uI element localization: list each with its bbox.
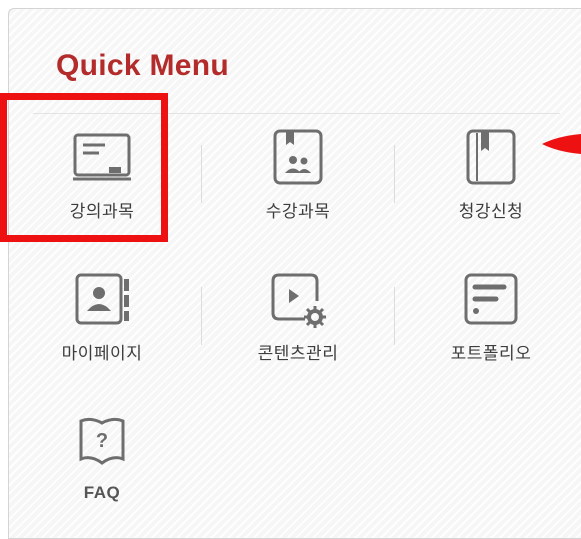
pointer-arrow-icon [542,134,581,154]
column-divider [201,145,202,203]
profile-card-icon [75,273,129,325]
menu-item-label: 포트폴리오 [450,344,532,364]
quick-menu-panel: Quick Menu 강의과목 수강과목 청강신청 마이페이지 콘텐츠관리 포트… [8,8,581,539]
panel-title: Quick Menu [56,49,230,82]
column-divider [394,287,395,345]
title-divider [33,113,560,114]
menu-item-label: 수강과목 [265,202,331,222]
menu-item-enrolled-courses[interactable]: 수강과목 [233,127,363,222]
svg-text:?: ? [96,430,108,452]
content-settings-icon [271,273,326,328]
menu-item-label: FAQ [83,483,121,502]
menu-item-my-page[interactable]: 마이페이지 [37,269,167,364]
menu-item-label: 마이페이지 [61,344,143,364]
menu-item-label: 강의과목 [69,202,135,222]
menu-item-content-management[interactable]: 콘텐츠관리 [233,269,363,364]
enrolled-course-book-icon [273,129,323,185]
menu-item-faq[interactable]: ? FAQ [37,413,167,503]
lecture-board-icon [73,133,131,181]
faq-book-icon: ? [79,417,125,465]
menu-item-audit-request[interactable]: 청강신청 [426,127,556,222]
menu-item-label: 콘텐츠관리 [257,344,339,364]
menu-item-label: 청강신청 [458,202,524,222]
portfolio-document-icon [464,273,518,325]
menu-item-portfolio[interactable]: 포트폴리오 [426,269,556,364]
column-divider [201,287,202,345]
menu-item-lectures[interactable]: 강의과목 [37,127,167,222]
column-divider [394,145,395,203]
bookmark-book-icon [466,129,516,185]
